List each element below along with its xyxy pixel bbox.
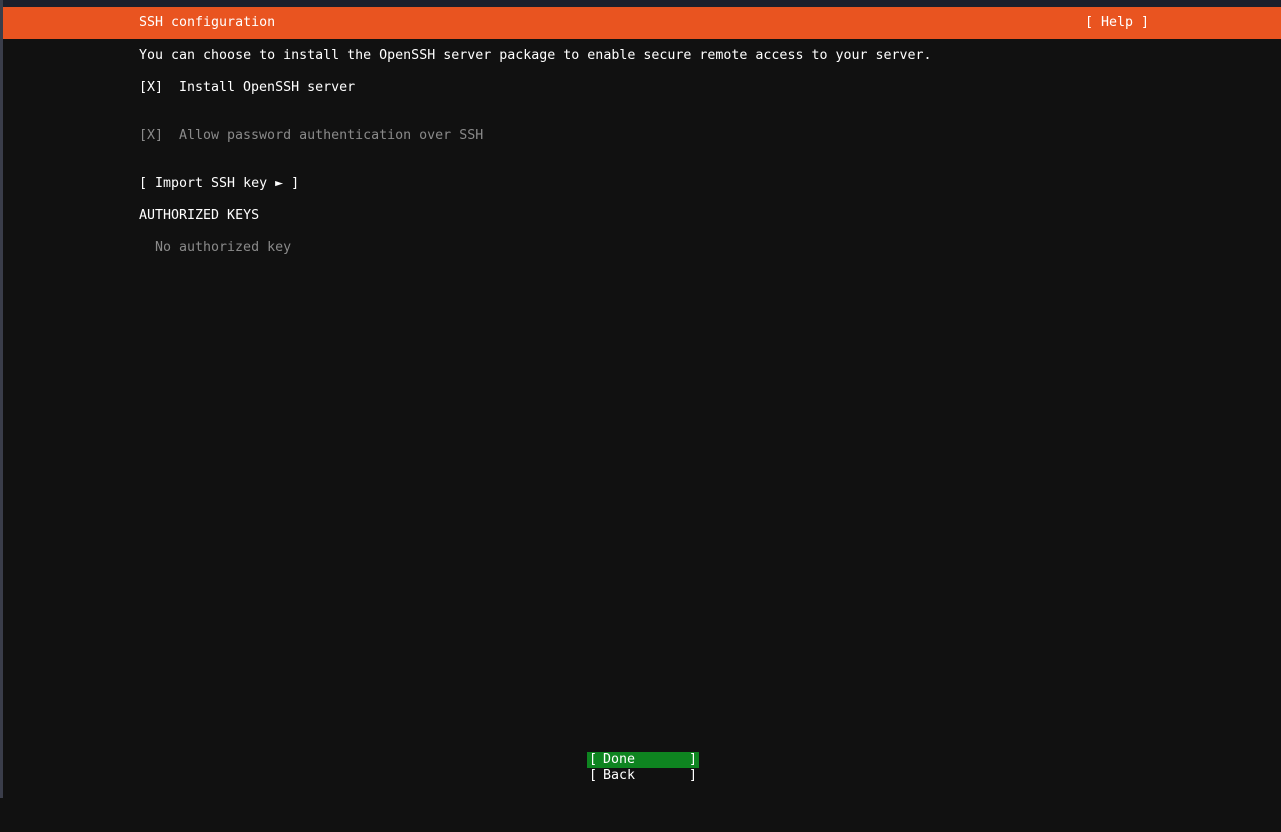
- page-title: SSH configuration: [139, 15, 276, 30]
- help-button[interactable]: [ Help ]: [1085, 15, 1149, 31]
- window-top-strip: [0, 0, 1281, 7]
- done-label: Done: [603, 752, 636, 767]
- bracket-open: [: [589, 752, 598, 767]
- description-text: You can choose to install the OpenSSH se…: [139, 48, 932, 63]
- checkbox-label: Allow password authentication over SSH: [179, 128, 484, 143]
- bracket-open: [: [589, 768, 598, 783]
- bracket-close: ]: [688, 768, 697, 783]
- import-ssh-key-button[interactable]: [ Import SSH key ► ]: [139, 176, 299, 192]
- window-left-border: [0, 0, 3, 798]
- done-button[interactable]: [ Done ]: [587, 752, 699, 768]
- checkbox-label: Install OpenSSH server: [179, 80, 356, 95]
- back-label: Back: [603, 768, 636, 783]
- header-bar: SSH configuration [ Help ]: [3, 7, 1281, 39]
- bracket-close: ]: [688, 752, 697, 767]
- checkbox-mark: [X]: [139, 128, 164, 143]
- authorized-keys-heading: AUTHORIZED KEYS: [139, 208, 260, 223]
- no-authorized-key-text: No authorized key: [155, 240, 292, 255]
- checkbox-mark[interactable]: [X]: [139, 80, 163, 96]
- back-button[interactable]: [ Back ]: [587, 768, 699, 784]
